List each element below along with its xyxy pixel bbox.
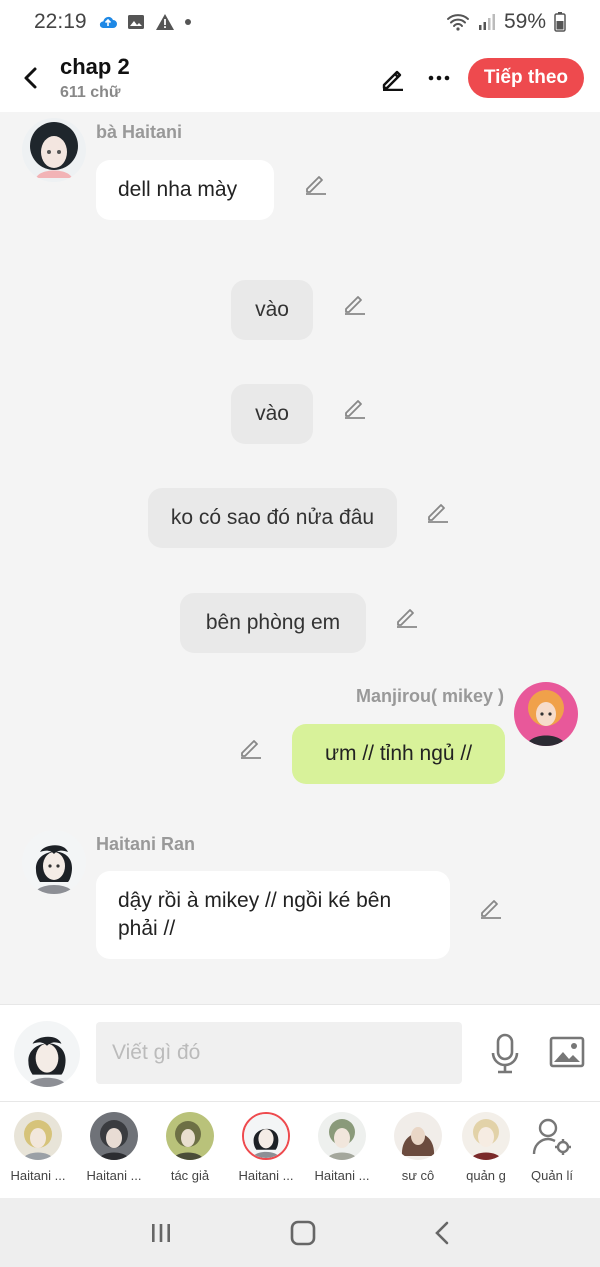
character-label: tác giả	[170, 1168, 210, 1183]
character-avatar	[90, 1112, 138, 1160]
character-label: quản g	[466, 1168, 506, 1183]
sender-name: bà Haitani	[96, 122, 183, 142]
character-item[interactable]: Haitani ...	[304, 1112, 380, 1183]
character-item[interactable]: quản g	[448, 1112, 524, 1183]
battery-icon	[554, 12, 566, 32]
message-bubble[interactable]: ưm // tỉnh ngủ //	[292, 724, 505, 784]
selected-character-avatar[interactable]	[14, 1021, 80, 1087]
microphone-icon[interactable]	[488, 1033, 522, 1075]
edit-message-icon[interactable]	[303, 170, 329, 196]
character-label: Quản lí	[531, 1168, 573, 1183]
battery-percent: 59%	[503, 10, 546, 33]
system-nav-bar	[0, 1198, 600, 1267]
edit-message-icon[interactable]	[342, 394, 368, 420]
character-label: Haitani ...	[86, 1168, 142, 1183]
notification-icons	[99, 13, 191, 31]
status-bar: 22:19 59%	[0, 0, 600, 44]
composer-bar: Viết gì đó	[0, 1004, 600, 1102]
character-selector: Haitani ... Haitani ... tác giả Haitani …	[0, 1102, 600, 1198]
back-nav-icon[interactable]	[433, 1220, 451, 1246]
character-label: Haitani ...	[10, 1168, 66, 1183]
narration-bubble[interactable]: bên phòng em	[180, 593, 366, 653]
image-upload-icon[interactable]	[549, 1036, 585, 1068]
character-item[interactable]: Haitani ...	[0, 1112, 76, 1183]
avatar[interactable]	[514, 682, 578, 746]
word-count: 611 chữ	[60, 84, 121, 101]
status-time: 22:19	[34, 10, 87, 33]
character-avatar	[318, 1112, 366, 1160]
home-icon[interactable]	[290, 1220, 316, 1246]
more-button[interactable]	[422, 61, 456, 95]
character-item-selected[interactable]: Haitani ...	[228, 1112, 304, 1183]
chapter-header: chap 2 611 chữ Tiếp theo	[0, 44, 600, 112]
narration-bubble[interactable]: vào	[231, 384, 313, 444]
narration-bubble[interactable]: vào	[231, 280, 313, 340]
more-dots-icon	[428, 75, 450, 81]
edit-message-icon[interactable]	[394, 603, 420, 629]
character-avatar	[394, 1112, 442, 1160]
character-avatar	[14, 1112, 62, 1160]
message-bubble[interactable]: dậy rồi à mikey // ngồi ké bên phải //	[96, 871, 450, 959]
edit-button[interactable]	[376, 61, 410, 95]
character-avatar	[166, 1112, 214, 1160]
character-item[interactable]: tác giả	[152, 1112, 228, 1183]
narration-bubble[interactable]: ko có sao đó nửa đâu	[148, 488, 397, 548]
character-item[interactable]: Haitani ...	[76, 1112, 152, 1183]
image-icon	[127, 15, 144, 29]
edit-message-icon[interactable]	[342, 290, 368, 316]
back-button[interactable]	[8, 55, 54, 101]
message-input[interactable]: Viết gì đó	[96, 1022, 462, 1084]
character-avatar	[242, 1112, 290, 1160]
character-label: Haitani ...	[238, 1168, 294, 1183]
wifi-icon	[446, 14, 469, 31]
chapter-title: chap 2	[60, 54, 130, 79]
sender-name: Haitani Ran	[96, 834, 196, 854]
warning-icon	[155, 14, 174, 30]
sender-name: Manjirou( mikey )	[356, 686, 505, 706]
avatar[interactable]	[22, 830, 86, 894]
character-item[interactable]: sư cô	[380, 1112, 456, 1183]
user-settings-icon	[528, 1112, 576, 1160]
message-text: dậy rồi à mikey // ngồi ké bên phải //	[118, 889, 392, 940]
cloud-upload-icon	[99, 16, 117, 28]
edit-message-icon[interactable]	[478, 894, 504, 920]
pencil-icon	[382, 70, 403, 91]
edit-message-icon[interactable]	[425, 498, 451, 524]
chat-area: bà Haitani dell nha mày vào vào ko có sa…	[0, 112, 600, 1004]
avatar[interactable]	[22, 118, 86, 182]
character-avatar	[462, 1112, 510, 1160]
recent-apps-icon[interactable]	[149, 1222, 173, 1244]
message-bubble[interactable]: dell nha mày	[96, 160, 274, 220]
next-chapter-button[interactable]: Tiếp theo	[467, 58, 584, 98]
signal-icon	[478, 14, 495, 30]
character-label: Haitani ...	[314, 1168, 370, 1183]
chevron-left-icon	[24, 67, 37, 89]
edit-message-icon[interactable]	[238, 734, 264, 760]
manage-characters-button[interactable]: Quản lí	[514, 1112, 590, 1183]
character-label: sư cô	[401, 1168, 435, 1183]
more-notifications-dot	[184, 19, 191, 25]
